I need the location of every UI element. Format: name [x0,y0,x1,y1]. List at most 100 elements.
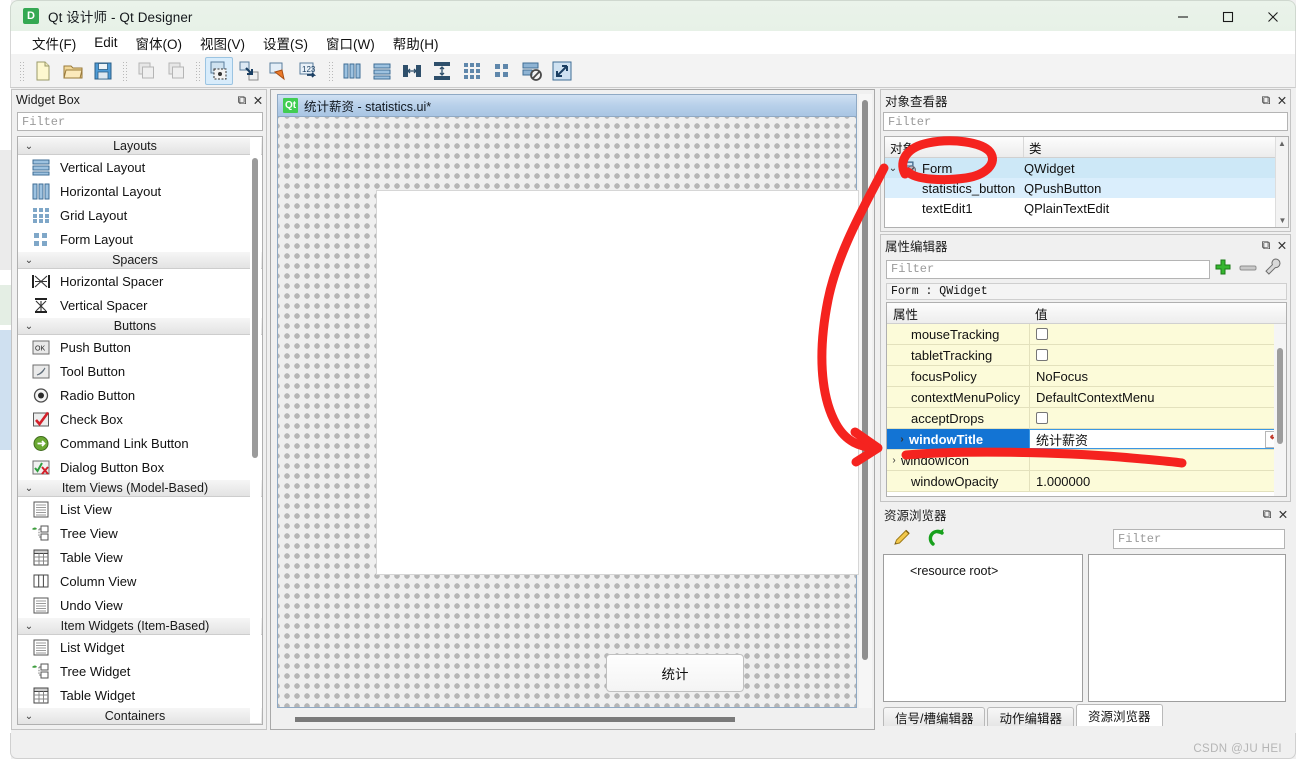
reload-resources-button[interactable] [919,527,953,552]
widget-item-list-widget[interactable]: List Widget [18,635,262,659]
break-layout-button[interactable] [518,57,546,85]
property-value[interactable]: DefaultContextMenu [1029,387,1286,407]
widget-box-category-item-widgets[interactable]: ⌄ Item Widgets (Item-Based) [18,617,262,635]
property-editor-scrollbar[interactable] [1274,324,1286,496]
edit-signals-slots-button[interactable] [235,57,263,85]
property-row-acceptDrops[interactable]: acceptDrops [887,408,1286,429]
property-value[interactable] [1029,345,1286,365]
layout-form-button[interactable] [488,57,516,85]
property-value[interactable] [1029,450,1286,470]
property-row-tabletTracking[interactable]: tabletTracking [887,345,1286,366]
checkbox-icon[interactable] [1036,349,1048,361]
property-value[interactable]: 1.000000 [1029,471,1286,491]
property-row-windowIcon[interactable]: › windowIcon [887,450,1286,471]
checkbox-icon[interactable] [1036,328,1048,340]
form-vertical-scrollbar[interactable] [859,94,872,708]
configure-property-editor-button[interactable] [1260,257,1286,281]
close-icon[interactable]: ✕ [1275,506,1291,522]
widget-item-check-box[interactable]: Check Box [18,407,262,431]
widget-box-category-containers[interactable]: ⌄ Containers [18,707,262,724]
property-row-contextMenuPolicy[interactable]: contextMenuPolicy DefaultContextMenu [887,387,1286,408]
chevron-right-icon[interactable]: › [887,455,901,466]
layout-vertically-button[interactable] [368,57,396,85]
statistics-push-button[interactable]: 统计 [606,654,744,692]
widget-item-command-link-button[interactable]: Command Link Button [18,431,262,455]
widget-box-category-item-views[interactable]: ⌄ Item Views (Model-Based) [18,479,262,497]
form-horizontal-scrollbar[interactable] [277,713,857,725]
minimize-button[interactable] [1160,1,1205,32]
property-value[interactable] [1029,324,1286,344]
save-file-button[interactable] [89,57,117,85]
table-row[interactable]: textEdit1 QPlainTextEdit [885,198,1288,218]
edit-widgets-button[interactable] [205,56,233,85]
float-icon[interactable]: ⧉ [234,92,250,108]
widget-item-tool-button[interactable]: Tool Button [18,359,262,383]
scroll-up-icon[interactable]: ▲ [1276,137,1288,150]
menu-help[interactable]: 帮助(H) [384,32,448,54]
resource-preview-pane[interactable] [1088,554,1286,702]
edit-resources-button[interactable] [885,527,919,552]
widget-item-tree-widget[interactable]: Tree Widget [18,659,262,683]
form-window[interactable]: Qt 统计薪资 - statistics.ui* 统计 [277,94,859,708]
layout-splitter-horizontal-button[interactable] [398,57,426,85]
layout-splitter-vertical-button[interactable] [428,57,456,85]
widget-box-category-layouts[interactable]: ⌄ Layouts [18,137,262,155]
tab-action-editor[interactable]: 动作编辑器 [987,707,1074,726]
close-icon[interactable]: ✕ [250,92,266,108]
widget-box-filter-input[interactable]: Filter [17,112,263,131]
resource-tree-pane[interactable]: <resource root> [883,554,1083,702]
float-icon[interactable]: ⧉ [1258,237,1274,253]
layout-horizontally-button[interactable] [338,57,366,85]
property-value[interactable]: NoFocus [1029,366,1286,386]
widget-item-form-layout[interactable]: Form Layout [18,227,262,251]
menu-form[interactable]: 窗体(O) [127,32,192,54]
table-row[interactable]: statistics_button QPushButton [885,178,1288,198]
property-value[interactable] [1029,408,1286,428]
property-row-focusPolicy[interactable]: focusPolicy NoFocus [887,366,1286,387]
layout-grid-button[interactable] [458,57,486,85]
widget-item-table-widget[interactable]: Table Widget [18,683,262,707]
form-horizontal-scroll-thumb[interactable] [295,717,735,722]
property-editor-scroll-thumb[interactable] [1277,348,1283,444]
chevron-down-icon[interactable]: ⌄ [885,163,901,174]
float-icon[interactable]: ⧉ [1258,92,1274,108]
close-icon[interactable]: ✕ [1274,237,1290,253]
maximize-button[interactable] [1205,1,1250,32]
adjust-size-button[interactable] [548,57,576,85]
form-vertical-scroll-thumb[interactable] [862,100,868,660]
toolbar-grip-2[interactable] [121,59,128,82]
new-file-button[interactable] [29,57,57,85]
toolbar-grip-4[interactable] [327,59,334,82]
property-row-windowOpacity[interactable]: windowOpacity 1.000000 [887,471,1286,492]
menu-settings[interactable]: 设置(S) [254,32,317,54]
edit-tab-order-button[interactable]: 123 [295,57,323,85]
remove-dynamic-property-button[interactable] [1236,260,1260,278]
widget-box-category-buttons[interactable]: ⌄ Buttons [18,317,262,335]
scroll-down-icon[interactable]: ▼ [1276,214,1288,227]
open-file-button[interactable] [59,57,87,85]
widget-item-push-button[interactable]: OK Push Button [18,335,262,359]
menu-file[interactable]: 文件(F) [23,32,85,54]
widget-item-table-view[interactable]: Table View [18,545,262,569]
widget-item-horizontal-layout[interactable]: Horizontal Layout [18,179,262,203]
plain-text-edit-widget[interactable] [376,190,859,575]
property-editor-filter-input[interactable]: Filter [886,259,1210,279]
toolbar-grip-3[interactable] [194,59,201,82]
column-header-value[interactable]: 值 [1029,303,1286,323]
menu-edit[interactable]: Edit [85,34,126,51]
menu-window[interactable]: 窗口(W) [317,32,384,54]
column-header-object[interactable]: 对象 [885,137,1024,157]
widget-item-vertical-layout[interactable]: Vertical Layout [18,155,262,179]
object-inspector-scrollbar[interactable]: ▲ ▼ [1275,137,1288,227]
widget-item-undo-view[interactable]: Undo View [18,593,262,617]
tab-signal-slot-editor[interactable]: 信号/槽编辑器 [883,707,986,726]
object-inspector-filter-input[interactable]: Filter [883,112,1288,131]
tab-resource-browser[interactable]: 资源浏览器 [1076,704,1163,726]
resource-root-label[interactable]: <resource root> [884,555,1082,578]
column-header-class[interactable]: 类 [1024,137,1288,157]
property-row-windowTitle[interactable]: › windowTitle 统计薪资 [887,429,1286,450]
widget-item-grid-layout[interactable]: Grid Layout [18,203,262,227]
form-canvas[interactable]: 统计 [278,117,859,707]
chevron-right-icon[interactable]: › [895,434,909,445]
widget-item-list-view[interactable]: List View [18,497,262,521]
